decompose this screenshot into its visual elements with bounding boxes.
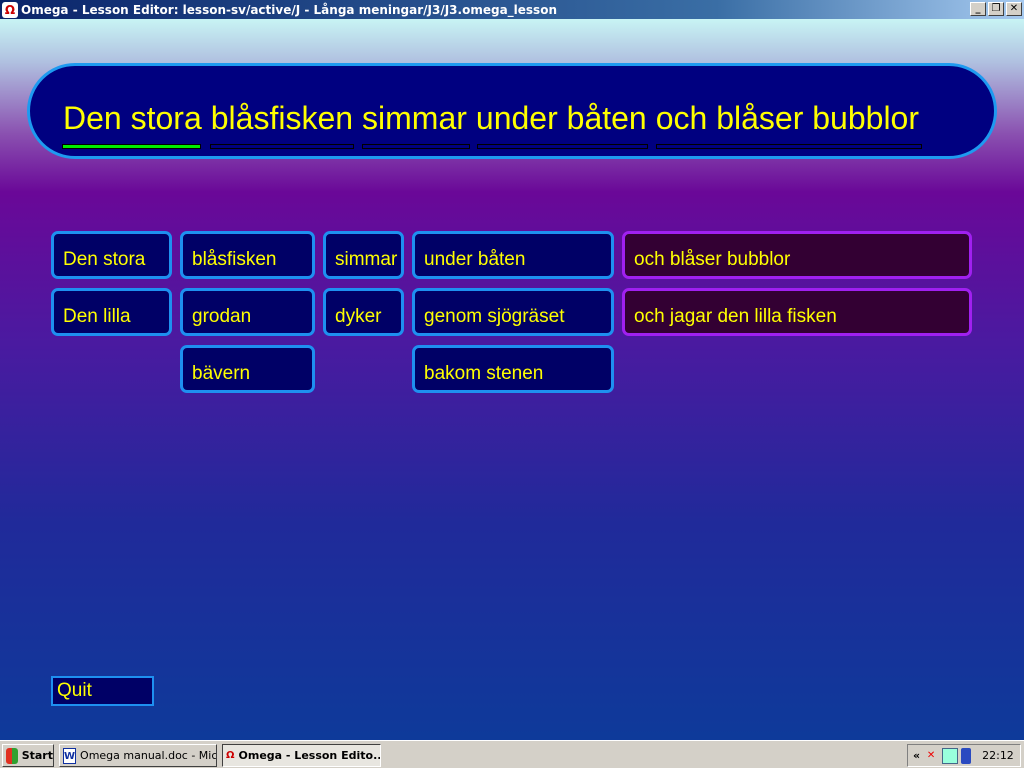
sentence-panel: Den stora blåsfisken simmar under båten och … [27,63,997,159]
sentence-word: simmar [362,100,467,136]
word-document-icon: W [63,747,77,764]
start-button[interactable]: Start [2,744,54,767]
progress-segment [656,144,922,149]
sentence-word: Den stora [63,100,202,136]
word-tile[interactable]: bävern [180,345,315,393]
sentence-word: och blåser bubblor [655,100,919,136]
word-tile[interactable]: bakom stenen [412,345,614,393]
progress-segment [210,144,354,149]
omega-app-icon: Ω [226,749,235,761]
progress-segment [477,144,648,149]
window-titlebar: Ω Omega - Lesson Editor: lesson-sv/activ… [0,0,1024,19]
progress-segment [362,144,470,149]
word-tile[interactable]: simmar [323,231,404,279]
card-reader-icon[interactable] [942,747,959,764]
sentence-word: blåsfisken [210,100,354,136]
start-label: Start [21,749,53,762]
word-tile[interactable]: dyker [323,288,404,336]
word-tile[interactable]: grodan [180,288,315,336]
task-label: Omega - Lesson Edito... [238,749,381,762]
network-disconnected-icon[interactable]: ✕ [923,748,939,764]
ending-tile[interactable]: och jagar den lilla fisken [622,288,972,336]
minimize-button[interactable]: _ [970,2,986,16]
battery-icon[interactable] [961,747,972,764]
task-label: Omega manual.doc - Mic... [80,749,217,762]
taskbar: Start W Omega manual.doc - Mic... Ω Omeg… [0,740,1024,768]
lesson-area: Den stora blåsfisken simmar under båten och … [0,19,1024,740]
tray-expand-button[interactable]: « [913,749,920,762]
taskbar-task-word[interactable]: W Omega manual.doc - Mic... [59,744,217,767]
word-tile[interactable]: genom sjögräset [412,288,614,336]
window-title: Omega - Lesson Editor: lesson-sv/active/… [21,2,557,17]
system-tray: « ✕ 22:12 [907,744,1021,767]
sentence-text: Den stora blåsfisken simmar under båten och … [63,100,928,137]
restore-button[interactable]: ❐ [988,2,1004,16]
taskbar-task-omega[interactable]: Ω Omega - Lesson Edito... [222,744,381,767]
windows-logo-icon [6,747,18,764]
progress-segment-done [62,144,201,149]
word-tile[interactable]: Den stora [51,231,172,279]
close-button[interactable]: ✕ [1006,2,1022,16]
clock: 22:12 [982,749,1014,762]
sentence-word: under båten [475,100,647,136]
ending-tile[interactable]: och blåser bubblor [622,231,972,279]
quit-button[interactable]: Quit [51,676,154,706]
omega-app-icon: Ω [2,1,18,18]
word-tile[interactable]: under båten [412,231,614,279]
word-tile[interactable]: Den lilla [51,288,172,336]
word-tile[interactable]: blåsfisken [180,231,315,279]
